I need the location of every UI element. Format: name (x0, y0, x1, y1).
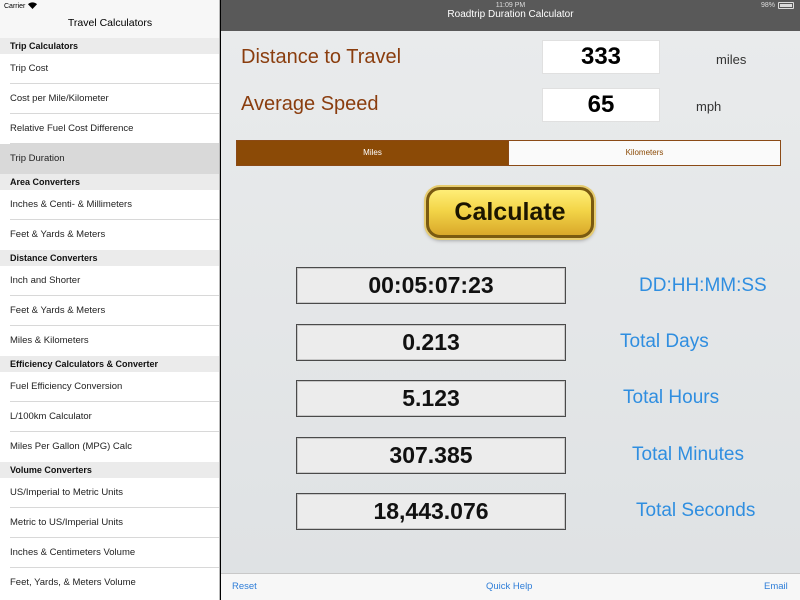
sidebar-item-trip-cost[interactable]: Trip Cost (0, 54, 219, 84)
calculate-button[interactable]: Calculate (426, 187, 594, 238)
calculator-content: Distance to Travel 333 miles Average Spe… (221, 31, 800, 573)
distance-label: Distance to Travel (241, 46, 402, 68)
sidebar-item-feet-yards-volume[interactable]: Feet, Yards, & Meters Volume (0, 568, 219, 598)
quick-help-button[interactable]: Quick Help (486, 581, 532, 592)
sidebar-item-area-inches[interactable]: Inches & Centi- & Millimeters (0, 190, 219, 220)
section-header-efficiency: Efficiency Calculators & Converter (0, 356, 219, 372)
section-header-distance-converters: Distance Converters (0, 250, 219, 266)
result-ddhhmmss-label: DD:HH:MM:SS (639, 275, 767, 296)
reset-button[interactable]: Reset (232, 581, 257, 592)
sidebar-item-inches-cm-volume[interactable]: Inches & Centimeters Volume (0, 538, 219, 568)
result-days-value: 0.213 (296, 324, 566, 361)
sidebar-item-inch-shorter[interactable]: Inch and Shorter (0, 266, 219, 296)
page-title: Roadtrip Duration Calculator (447, 9, 574, 20)
speed-unit: mph (696, 99, 722, 114)
wifi-icon (28, 2, 38, 11)
sidebar-item-cost-per-mile[interactable]: Cost per Mile/Kilometer (0, 84, 219, 114)
carrier-label: Carrier (4, 3, 26, 10)
sidebar-item-us-to-metric[interactable]: US/Imperial to Metric Units (0, 478, 219, 508)
result-ddhhmmss-value: 00:05:07:23 (296, 267, 566, 304)
distance-input[interactable]: 333 (542, 40, 660, 74)
result-minutes-value: 307.385 (296, 437, 566, 474)
segment-kilometers[interactable]: Kilometers (508, 141, 780, 165)
status-carrier: Carrier (4, 2, 38, 11)
section-header-area-converters: Area Converters (0, 174, 219, 190)
sidebar-item-l100km[interactable]: L/100km Calculator (0, 402, 219, 432)
result-seconds-value: 18,443.076 (296, 493, 566, 530)
sidebar-item-distance-feet[interactable]: Feet & Yards & Meters (0, 296, 219, 326)
speed-input[interactable]: 65 (542, 88, 660, 122)
sidebar-item-relative-fuel-cost[interactable]: Relative Fuel Cost Difference (0, 114, 219, 144)
result-minutes-label: Total Minutes (632, 444, 744, 465)
section-header-trip-calculators: Trip Calculators (0, 38, 219, 54)
sidebar-item-area-feet[interactable]: Feet & Yards & Meters (0, 220, 219, 250)
battery-icon (778, 2, 794, 9)
sidebar-item-fuel-efficiency[interactable]: Fuel Efficiency Conversion (0, 372, 219, 402)
speed-label: Average Speed (241, 93, 379, 115)
navigation-bar: 11:09 PM 98% Roadtrip Duration Calculato… (221, 0, 800, 31)
status-battery: 98% (761, 2, 794, 9)
sidebar-item-trip-duration[interactable]: Trip Duration (0, 144, 219, 174)
sidebar: Carrier Travel Calculators Trip Calculat… (0, 0, 220, 600)
distance-unit: miles (716, 52, 747, 67)
sidebar-item-metric-to-us[interactable]: Metric to US/Imperial Units (0, 508, 219, 538)
sidebar-item-miles-km[interactable]: Miles & Kilometers (0, 326, 219, 356)
sidebar-list: Trip Calculators Trip Cost Cost per Mile… (0, 38, 219, 598)
unit-segmented-control: Miles Kilometers (236, 140, 781, 166)
section-header-volume: Volume Converters (0, 462, 219, 478)
battery-percent: 98% (760, 2, 775, 9)
email-button[interactable]: Email (764, 581, 788, 592)
segment-miles[interactable]: Miles (237, 141, 508, 165)
sidebar-item-mpg-calc[interactable]: Miles Per Gallon (MPG) Calc (0, 432, 219, 462)
result-days-label: Total Days (620, 331, 709, 352)
bottom-toolbar: Reset Quick Help Email (221, 573, 800, 600)
sidebar-title: Travel Calculators (67, 17, 153, 29)
result-hours-value: 5.123 (296, 380, 566, 417)
result-hours-label: Total Hours (623, 387, 720, 408)
status-time: 11:09 PM (495, 2, 526, 9)
result-seconds-label: Total Seconds (636, 500, 756, 521)
main-panel: 11:09 PM 98% Roadtrip Duration Calculato… (221, 0, 800, 600)
